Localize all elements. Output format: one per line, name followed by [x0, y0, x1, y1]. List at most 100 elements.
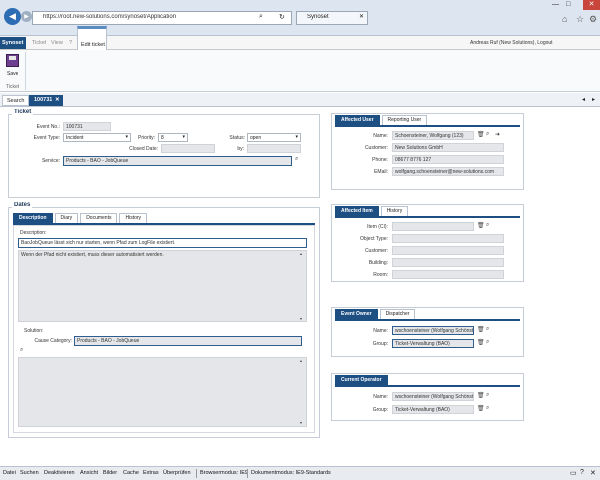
trash-icon[interactable]: 🗑	[477, 131, 485, 138]
minimize-button[interactable]: —	[552, 1, 559, 8]
tab-affected-item[interactable]: Affected Item	[335, 206, 379, 216]
devtools-close-icon[interactable]: ✕	[590, 469, 596, 477]
description-title-field[interactable]: BaoJobQueue lässt sich nur starten, wenn…	[18, 238, 307, 248]
menu-ansicht[interactable]: Ansicht	[80, 470, 98, 476]
tab-item-history[interactable]: History	[380, 206, 409, 216]
owner-group-field[interactable]: Ticket-Verwaltung (BAO)	[392, 339, 474, 348]
search-icon[interactable]: ⌕	[486, 326, 489, 333]
tab-reporting-user[interactable]: Reporting User	[381, 115, 428, 125]
search-icon[interactable]: ⌕	[295, 156, 298, 163]
devtools-help-icon[interactable]: ?	[580, 469, 584, 476]
owner-tabs: Event Owner Dispatcher	[335, 309, 416, 319]
building-field	[392, 258, 504, 267]
search-icon[interactable]: ⌕	[486, 222, 489, 229]
service-field[interactable]: Products - BAO - JobQueue	[63, 156, 292, 166]
tab-affected-user[interactable]: Affected User	[335, 115, 380, 125]
menu-dokumentmodus[interactable]: Dokumentmodus: IE9-Standards	[251, 470, 331, 476]
trash-icon[interactable]: 🗑	[477, 392, 485, 399]
maximize-button[interactable]: □	[566, 1, 570, 8]
trash-icon[interactable]: 🗑	[477, 222, 485, 229]
menu-browsermodus[interactable]: Browsermodus: IE9	[200, 470, 248, 476]
tab-description[interactable]: Description	[13, 213, 53, 223]
save-label: Save	[7, 71, 19, 77]
description-body-field[interactable]: Wenn der Pfad nicht existiert, muss dies…	[18, 250, 307, 322]
service-label: Service:	[41, 158, 60, 164]
scroll-up-icon[interactable]: ▴	[300, 251, 302, 256]
menu-datei[interactable]: Datei	[3, 470, 16, 476]
menu-separator	[196, 469, 197, 478]
tab-event-owner[interactable]: Event Owner	[335, 309, 378, 319]
gear-icon[interactable]: ⚙	[589, 14, 597, 25]
tab-diary[interactable]: Diary	[54, 213, 79, 223]
ticket-tab[interactable]: 100731 ✕	[29, 95, 63, 106]
menu-suchen[interactable]: Suchen	[20, 470, 39, 476]
description-title-value: BaoJobQueue lässt sich nur starten, wenn…	[21, 240, 176, 246]
solution-body-field[interactable]	[18, 357, 307, 427]
trash-icon[interactable]: 🗑	[477, 326, 485, 333]
room-field	[392, 270, 504, 279]
save-button[interactable]: Save	[4, 54, 22, 80]
menu-tab-ticket[interactable]: Ticket	[32, 40, 46, 46]
trash-icon[interactable]: 🗑	[477, 339, 485, 346]
scroll-down-icon[interactable]: ▾	[300, 316, 302, 321]
menu-tab-view[interactable]: View	[51, 40, 63, 46]
scroll-up-icon[interactable]: ▴	[300, 358, 302, 363]
building-label: Building:	[368, 260, 388, 266]
tab-close-icon[interactable]: ✕	[359, 13, 364, 20]
devtools-pin-icon[interactable]: ▭	[570, 469, 577, 477]
menu-extras[interactable]: Extras	[143, 470, 159, 476]
search-icon[interactable]: ⌕	[486, 405, 489, 412]
tab-dispatcher[interactable]: Dispatcher	[379, 309, 416, 319]
user-name-label: Name:	[373, 133, 388, 139]
menu-ueberpruefen[interactable]: Überprüfen	[163, 470, 191, 476]
menu-tab-edit-ticket[interactable]: Edit ticket	[77, 26, 107, 50]
tab-current-operator[interactable]: Current Operator	[335, 375, 388, 385]
arrow-right-icon[interactable]: ➜	[495, 131, 500, 138]
customer-label: Customer:	[364, 145, 388, 151]
developer-menubar: Datei Suchen Deaktivieren Ansicht Bilder…	[0, 466, 600, 480]
menu-deaktivieren[interactable]: Deaktivieren	[44, 470, 75, 476]
status-select[interactable]: open ▾	[247, 133, 301, 142]
refresh-icon[interactable]: ↻	[279, 13, 285, 21]
phone-label: Phone:	[372, 157, 388, 163]
phone-field: 08677 8776 127	[392, 155, 504, 164]
ribbon-group-label: Ticket	[6, 84, 20, 90]
search-icon[interactable]: ⌕	[486, 339, 489, 346]
brand-tab[interactable]: Synoset	[0, 37, 26, 49]
address-bar[interactable]: https://root.new-solutions.com/synoset/A…	[32, 11, 292, 25]
forward-arrow-icon[interactable]: ▶	[21, 11, 32, 22]
tab-documents[interactable]: Documents	[80, 213, 118, 223]
priority-select[interactable]: 8 ▾	[158, 133, 188, 142]
owner-name-field[interactable]: wschoensteiner (Wolfgang Schönst	[392, 326, 474, 335]
status-value: open	[250, 135, 262, 141]
scroll-down-icon[interactable]: ▾	[300, 420, 302, 425]
close-icon[interactable]: ✕	[55, 97, 60, 103]
room-label: Room:	[373, 272, 388, 278]
scroll-right-icon[interactable]: ▸	[592, 96, 595, 103]
user-info[interactable]: Andreas Ruf (New Solutions), Logout	[470, 40, 553, 46]
menu-tab-help[interactable]: ?	[69, 40, 72, 46]
tab-history[interactable]: History	[119, 213, 148, 223]
favorites-icon[interactable]: ☆	[576, 14, 584, 25]
cause-category-field[interactable]: Products - BAO - JobQueue	[74, 336, 302, 346]
close-button[interactable]: ✕	[583, 0, 600, 10]
dates-tabs: Description Diary Documents History	[13, 213, 148, 223]
ticket-tab-label: 100731	[34, 97, 53, 103]
search-icon[interactable]: ⌕	[20, 347, 23, 354]
search-tab[interactable]: Search	[2, 95, 30, 106]
operator-name-field: wschoensteiner (Wolfgang Schönst	[392, 392, 474, 401]
menu-cache[interactable]: Cache	[123, 470, 139, 476]
scroll-left-icon[interactable]: ◂	[582, 96, 585, 103]
menu-bilder[interactable]: Bilder	[103, 470, 117, 476]
home-icon[interactable]: ⌂	[562, 14, 567, 24]
main-content: Ticket Event No.: 100731 Event Type: Inc…	[0, 107, 600, 466]
trash-icon[interactable]: 🗑	[477, 405, 485, 412]
search-icon[interactable]: ⌕	[259, 13, 263, 21]
operator-group-value: Ticket-Verwaltung (BAO)	[395, 407, 450, 413]
browser-tab[interactable]: Synoset ✕	[296, 11, 368, 25]
search-icon[interactable]: ⌕	[486, 392, 489, 399]
event-type-select[interactable]: Incident ▾	[63, 133, 131, 142]
search-icon[interactable]: ⌕	[486, 131, 489, 138]
back-arrow-icon[interactable]: ◀	[4, 8, 21, 25]
solution-label: Solution:	[24, 328, 44, 334]
